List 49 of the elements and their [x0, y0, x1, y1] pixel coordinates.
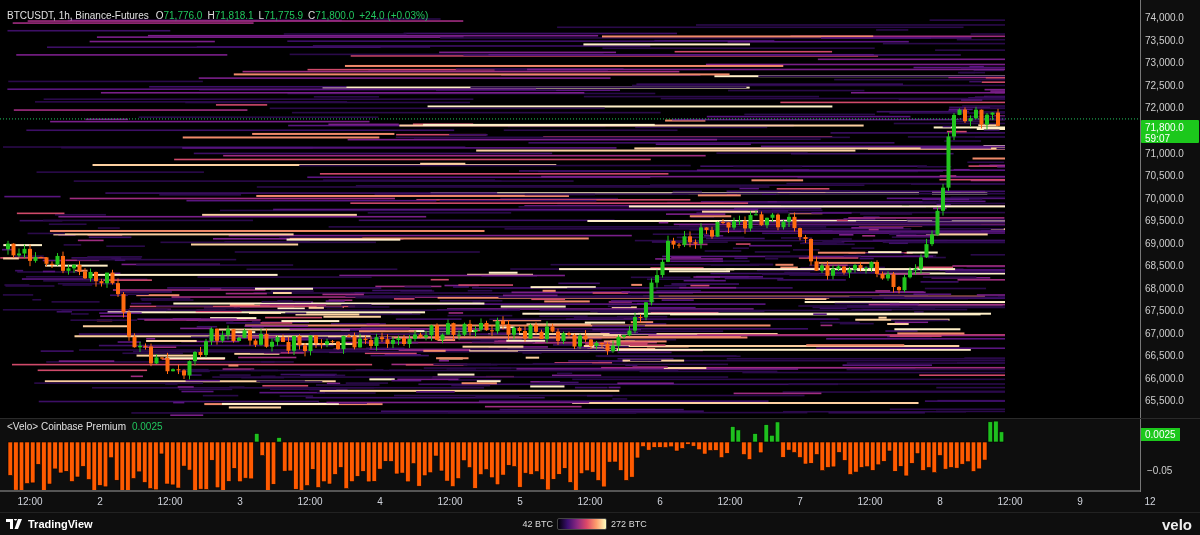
ohlc-value: O71,776.0: [155, 10, 203, 21]
price-axis-label: 70,000.0: [1144, 192, 1185, 206]
price-axis-label: 68,000.0: [1144, 282, 1185, 296]
price-axis-label: 67,500.0: [1144, 305, 1185, 319]
time-axis-label: 12:00: [856, 495, 884, 509]
symbol-title: BTCUSDT, 1h, Binance-Futures: [7, 10, 149, 21]
price-axis-label: 66,000.0: [1144, 372, 1185, 386]
time-axis-label: 12:00: [156, 495, 184, 509]
ohlc-value: C71,800.0: [308, 10, 355, 21]
time-axis-label: 12:00: [436, 495, 464, 509]
price-axis-label: 67,000.0: [1144, 327, 1185, 341]
price-axis-label: 72,500.0: [1144, 79, 1185, 93]
time-axis-label: 4: [376, 495, 384, 509]
time-axis-label: 7: [796, 495, 804, 509]
price-axis-label: 71,000.0: [1144, 147, 1185, 161]
time-axis-label: 3: [236, 495, 244, 509]
time-axis-label: 8: [936, 495, 944, 509]
ohlc-value: H71,818.1: [207, 10, 254, 21]
price-axis-label: 70,500.0: [1144, 170, 1185, 184]
velo-logo: velo: [1162, 515, 1192, 533]
scale-min-label: 42 BTC: [522, 519, 554, 529]
brand-name: TradingView: [28, 518, 93, 530]
price-axis-label: 66,500.0: [1144, 350, 1185, 364]
time-axis-label: 9: [1076, 495, 1084, 509]
price-axis-label: 69,500.0: [1144, 215, 1185, 229]
current-price-tag: 71,800.0 59:07: [1141, 119, 1199, 143]
indicator-title: <Velo> Coinbase Premium: [7, 421, 126, 432]
price-change: +24.0 (+0.03%): [359, 10, 429, 21]
indicator-value: 0.0025: [131, 421, 163, 432]
time-axis-label: 12: [1143, 495, 1157, 509]
time-axis-label: 5: [516, 495, 524, 509]
time-axis-label: 6: [656, 495, 664, 509]
price-axis-label: 65,500.0: [1144, 395, 1185, 409]
price-axis-label: 69,000.0: [1144, 237, 1185, 251]
ohlc-value: L71,775.9: [258, 10, 304, 21]
indicator-axis-label: −0.05: [1147, 465, 1173, 476]
time-axis-label: 2: [96, 495, 104, 509]
price-axis-label: 68,500.0: [1144, 260, 1185, 274]
price-axis-label: 72,000.0: [1144, 102, 1185, 116]
time-axis-label: 12:00: [716, 495, 744, 509]
time-axis-label: 12:00: [16, 495, 44, 509]
indicator-value-tag: 0.0025: [1141, 428, 1180, 441]
price-axis-label: 73,000.0: [1144, 57, 1185, 71]
price-axis-label: 74,000.0: [1144, 12, 1185, 25]
time-axis-label: 12:00: [576, 495, 604, 509]
time-axis-label: 12:00: [296, 495, 324, 509]
time-axis-label: 12:00: [996, 495, 1024, 509]
price-axis-label: 73,500.0: [1144, 34, 1185, 48]
scale-max-label: 272 BTC: [611, 519, 647, 529]
